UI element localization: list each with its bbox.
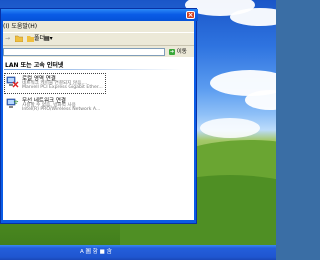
- group-divider: [4, 69, 181, 70]
- window-titlebar[interactable]: ×: [1, 9, 198, 21]
- address-input[interactable]: [3, 48, 165, 56]
- menu-bar: (I) 도움말(H): [3, 21, 194, 32]
- forward-button[interactable]: →: [5, 35, 10, 43]
- folder-up-icon[interactable]: [14, 35, 24, 43]
- connection-local-area[interactable]: 로컬 영역 연결 네트워크 케이블 연결되지 않음,... Marvell PC…: [4, 73, 115, 94]
- language-bar[interactable]: A 圖 함 ■ 含: [80, 248, 128, 256]
- menu-help[interactable]: (I) 도움말(H): [3, 23, 37, 30]
- network-connections-window: × (I) 도움말(H) → 폴더 ▦▾ ➜ 이동 LAN 또는 고속 인터넷: [0, 8, 198, 224]
- connection-device: Marvell PCI Express Gigabit Ether...: [22, 85, 103, 90]
- close-icon: ×: [187, 11, 194, 19]
- go-label: 이동: [176, 49, 187, 55]
- close-button[interactable]: ×: [186, 11, 195, 19]
- lan-connection-icon: [5, 76, 19, 88]
- views-button[interactable]: ▦▾: [44, 35, 53, 43]
- go-arrow-icon: ➜: [169, 48, 175, 55]
- wireless-connection-icon: [5, 98, 19, 110]
- group-heading: LAN 또는 고속 인터넷: [5, 62, 64, 69]
- connections-pane: LAN 또는 고속 인터넷 로컬 영역 연결 네트워크 케이블 연결되지 않음,…: [3, 57, 194, 220]
- connection-device: Intel(R) PRO/Wireless Network A...: [22, 107, 101, 112]
- address-bar: ➜ 이동: [3, 45, 194, 57]
- taskbar: A 圖 함 ■ 含: [0, 245, 276, 260]
- folders-button[interactable]: 폴더: [27, 35, 45, 43]
- connection-wireless[interactable]: 무선 네트워크 연결 사용할 수 없음, 방화벽 사용 Intel(R) PRO…: [5, 96, 115, 116]
- go-button[interactable]: ➜ 이동: [169, 48, 191, 56]
- toolbar: → 폴더 ▦▾: [3, 32, 194, 45]
